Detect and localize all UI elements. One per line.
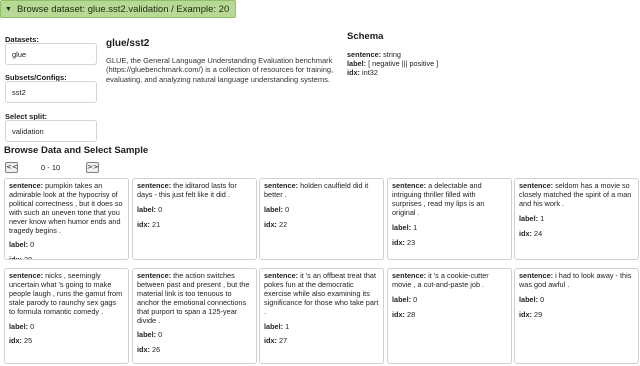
configs-input[interactable]: sst2 bbox=[5, 81, 97, 103]
sample-card[interactable]: sentence: seldom has a movie so closely … bbox=[514, 178, 639, 260]
schema-field: sentence: string bbox=[347, 50, 401, 59]
sample-idx: 24 bbox=[534, 228, 543, 238]
sample-card[interactable]: sentence: nicks , seemingly uncertain wh… bbox=[4, 268, 129, 364]
sample-label: 0 bbox=[158, 330, 163, 340]
sample-label: 0 bbox=[30, 321, 35, 331]
sample-card[interactable]: sentence: it 's a cookie-cutter movie , … bbox=[387, 268, 512, 364]
sample-card[interactable]: sentence: the iditarod lasts for days - … bbox=[132, 178, 257, 260]
chevron-down-icon: ▼ bbox=[5, 5, 12, 13]
datasets-input[interactable]: glue bbox=[5, 43, 97, 65]
sample-idx: 20 bbox=[24, 255, 33, 260]
sample-idx: 27 bbox=[279, 336, 288, 346]
schema-fields: sentence: string label: [ negative ||| p… bbox=[347, 50, 438, 78]
sample-card[interactable]: sentence: it 's an offbeat treat that po… bbox=[259, 268, 384, 364]
sample-idx: 22 bbox=[279, 219, 288, 229]
prev-page-button[interactable]: << bbox=[5, 162, 18, 173]
sample-idx: 21 bbox=[152, 219, 161, 229]
sample-label: 0 bbox=[540, 294, 545, 304]
sample-sentence: the action switches between past and pre… bbox=[137, 271, 250, 325]
sample-label: 1 bbox=[540, 213, 545, 223]
schema-title: Schema bbox=[347, 31, 384, 42]
sample-label: 1 bbox=[285, 321, 290, 331]
schema-field: idx: int32 bbox=[347, 68, 378, 78]
sample-idx: 28 bbox=[407, 309, 416, 319]
sample-idx: 23 bbox=[407, 237, 416, 247]
sample-card[interactable]: sentence: i had to look away - this was … bbox=[514, 268, 639, 364]
sample-label: 0 bbox=[30, 240, 35, 250]
sample-label: 1 bbox=[413, 222, 418, 232]
split-select[interactable]: validation bbox=[5, 120, 97, 142]
browse-title: Browse Data and Select Sample bbox=[4, 145, 149, 156]
expander-label: Browse dataset: glue.sst2.validation / E… bbox=[16, 3, 230, 15]
sample-label: 0 bbox=[158, 204, 163, 214]
page-range: 0 - 10 bbox=[41, 163, 61, 172]
sample-idx: 29 bbox=[534, 309, 543, 319]
sample-label: 0 bbox=[413, 294, 418, 304]
sample-card[interactable]: sentence: a delectable and intriguing th… bbox=[387, 178, 512, 260]
dataset-title: glue/sst2 bbox=[106, 38, 150, 49]
sample-idx: 26 bbox=[152, 345, 161, 355]
dataset-description: GLUE, the General Language Understanding… bbox=[106, 56, 334, 84]
sample-label: 0 bbox=[285, 204, 290, 214]
sample-card[interactable]: sentence: holden caulfield did it better… bbox=[259, 178, 384, 260]
next-page-button[interactable]: >> bbox=[86, 162, 99, 173]
dataset-expander[interactable]: ▼ Browse dataset: glue.sst2.validation /… bbox=[0, 0, 237, 18]
sample-card[interactable]: sentence: pumpkin takes an admirable loo… bbox=[4, 178, 129, 260]
sample-card[interactable]: sentence: the action switches between pa… bbox=[132, 268, 257, 364]
schema-field: label: [ negative ||| positive ] bbox=[347, 59, 439, 69]
sample-idx: 25 bbox=[24, 336, 33, 346]
sample-sentence: pumpkin takes an admirable look at the h… bbox=[9, 181, 123, 235]
